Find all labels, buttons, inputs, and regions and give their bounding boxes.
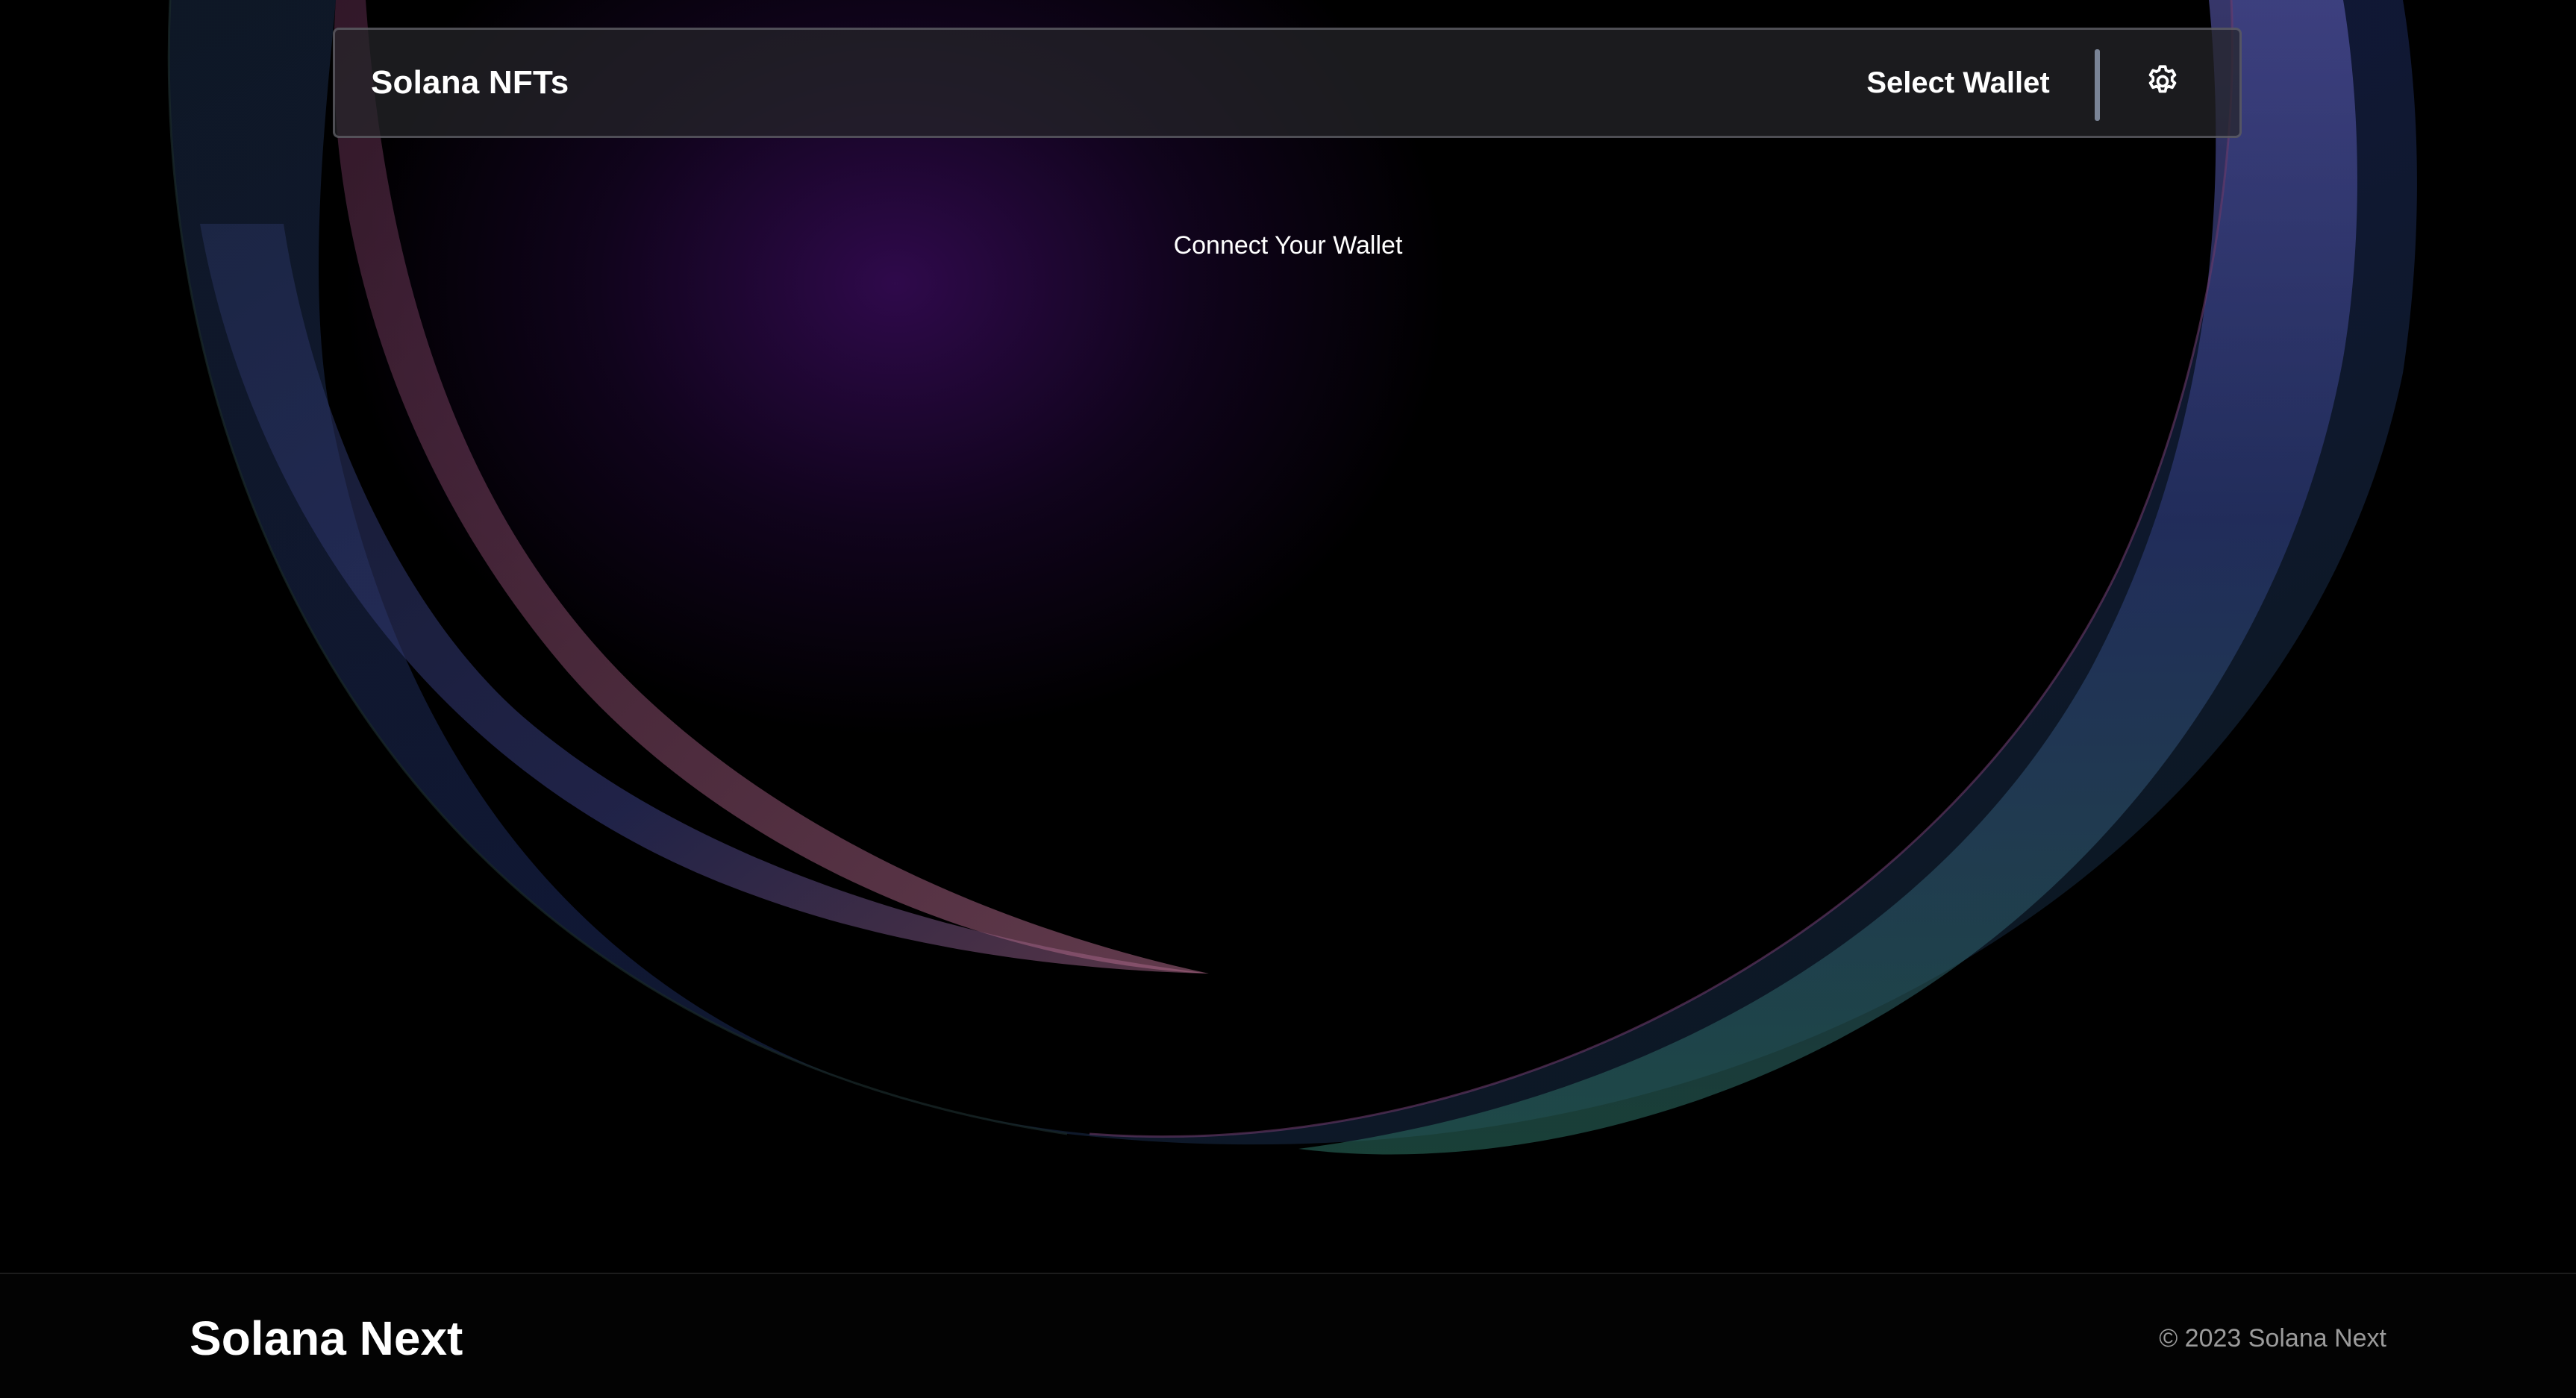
page: Solana NFTs Select Wallet Connect Your W… (0, 0, 2576, 1398)
navbar: Solana NFTs Select Wallet (333, 28, 2242, 138)
navbar-divider (2095, 49, 2100, 121)
connect-wallet-message: Connect Your Wallet (1173, 231, 1403, 260)
settings-button[interactable] (2135, 55, 2190, 110)
select-wallet-button[interactable]: Select Wallet (1865, 52, 2051, 113)
footer-brand[interactable]: Solana Next (190, 1274, 463, 1398)
brand-title[interactable]: Solana NFTs (371, 30, 569, 136)
footer: Solana Next © 2023 Solana Next (0, 1273, 2576, 1398)
footer-copyright: © 2023 Solana Next (2159, 1324, 2386, 1352)
background-ring-art (167, 0, 2417, 1155)
gear-icon (2144, 63, 2181, 104)
